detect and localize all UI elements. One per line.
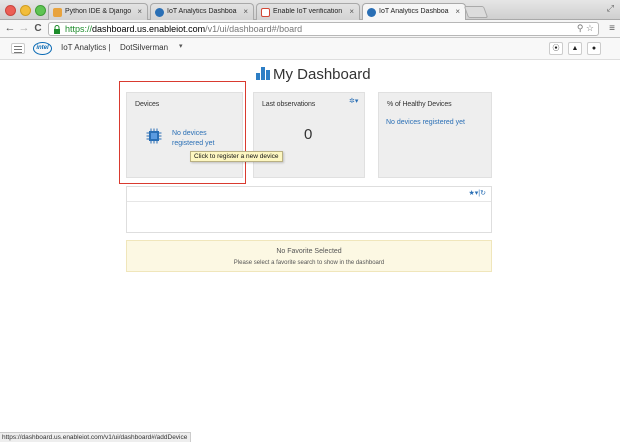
tab-close-icon[interactable]: × bbox=[349, 7, 354, 16]
url-scheme: https:// bbox=[65, 24, 93, 34]
pycharm-favicon-icon bbox=[53, 8, 62, 17]
device-chip-icon[interactable] bbox=[146, 128, 162, 144]
address-bar[interactable]: https://dashboard.us.enableiot.com/v1/ui… bbox=[48, 22, 599, 36]
favorite-notice-subtitle: Please select a favorite search to show … bbox=[233, 260, 385, 266]
tab-close-icon[interactable]: × bbox=[137, 7, 142, 16]
browser-tab[interactable]: Python IDE & Django IDE fo × bbox=[48, 3, 148, 20]
healthy-devices-link[interactable]: No devices registered yet bbox=[386, 118, 465, 128]
user-icon[interactable]: ● bbox=[587, 42, 601, 55]
new-tab-button[interactable] bbox=[463, 6, 489, 18]
chevron-down-icon[interactable]: ▾ bbox=[179, 42, 183, 50]
favorite-refresh-icon[interactable]: ★▾|↻ bbox=[469, 189, 486, 197]
lock-icon bbox=[54, 25, 60, 34]
account-dropdown[interactable]: DotSilverman bbox=[120, 43, 168, 52]
app-header: intel IoT Analytics | DotSilverman ▾ ⦿ ▲… bbox=[0, 38, 620, 60]
tab-title: Python IDE & Django IDE fo bbox=[65, 8, 131, 15]
back-arrow-icon[interactable]: ← bbox=[4, 22, 16, 34]
favorite-notice: No Favorite Selected Please select a fav… bbox=[126, 240, 492, 272]
bell-icon[interactable]: ▲ bbox=[568, 42, 582, 55]
panel-header: ★▾|↻ bbox=[127, 187, 491, 202]
close-window-button[interactable] bbox=[5, 5, 16, 16]
hamburger-menu-icon[interactable] bbox=[11, 43, 25, 54]
browser-tab[interactable]: IoT Analytics Dashboard × bbox=[150, 3, 254, 20]
gmail-favicon-icon bbox=[261, 8, 270, 17]
register-tooltip: Click to register a new device bbox=[190, 151, 283, 162]
reload-icon[interactable]: C bbox=[32, 23, 44, 34]
browser-menu-icon[interactable]: ≡ bbox=[609, 23, 615, 34]
register-device-link[interactable]: No devices registered yet bbox=[172, 129, 214, 149]
forward-arrow-icon[interactable]: → bbox=[18, 22, 30, 34]
browser-toolbar: ← → C https://dashboard.us.enableiot.com… bbox=[0, 20, 620, 38]
link-line: No devices bbox=[172, 130, 207, 137]
iot-favicon-icon bbox=[155, 8, 164, 17]
observations-count: 0 bbox=[304, 126, 313, 143]
tab-title: IoT Analytics Dashboard bbox=[379, 8, 449, 15]
healthy-devices-card: % of Healthy Devices bbox=[378, 92, 492, 178]
fullscreen-icon[interactable]: ⤢ bbox=[607, 3, 614, 14]
card-title: Last observations bbox=[262, 101, 316, 108]
minimize-window-button[interactable] bbox=[20, 5, 31, 16]
tab-title: Enable IoT verification - u bbox=[273, 8, 343, 15]
intel-logo: intel bbox=[33, 42, 52, 55]
browser-tab[interactable]: Enable IoT verification - u × bbox=[256, 3, 360, 20]
url-path: /v1/ui/dashboard#/board bbox=[205, 24, 303, 34]
url-host: dashboard.us.enableiot.com bbox=[92, 24, 206, 34]
card-title: Devices bbox=[135, 101, 160, 108]
card-title: % of Healthy Devices bbox=[387, 101, 452, 108]
tab-close-icon[interactable]: × bbox=[455, 7, 460, 16]
search-icon[interactable]: ⚲ bbox=[577, 23, 584, 33]
page-title: My Dashboard bbox=[256, 66, 371, 83]
link-status-bar: https://dashboard.us.enableiot.com/v1/ui… bbox=[0, 432, 192, 442]
bookmark-star-icon[interactable]: ☆ bbox=[586, 23, 594, 33]
settings-gear-icon[interactable]: ✲▾ bbox=[349, 97, 358, 105]
brand-label: IoT Analytics | bbox=[61, 43, 111, 52]
iot-favicon-icon bbox=[367, 8, 376, 17]
browser-tab-strip: Python IDE & Django IDE fo × IoT Analyti… bbox=[0, 0, 620, 21]
page-title-text: My Dashboard bbox=[273, 66, 371, 83]
tab-close-icon[interactable]: × bbox=[243, 7, 248, 16]
chart-panel: ★▾|↻ bbox=[126, 186, 492, 233]
tab-title: IoT Analytics Dashboard bbox=[167, 8, 237, 15]
chat-bubble-icon[interactable]: ⦿ bbox=[549, 42, 563, 55]
link-line: registered yet bbox=[172, 140, 215, 147]
favorite-notice-title: No Favorite Selected bbox=[276, 248, 342, 255]
zoom-window-button[interactable] bbox=[35, 5, 46, 16]
browser-tab-active[interactable]: IoT Analytics Dashboard × bbox=[362, 3, 466, 21]
bar-chart-icon bbox=[256, 67, 270, 80]
